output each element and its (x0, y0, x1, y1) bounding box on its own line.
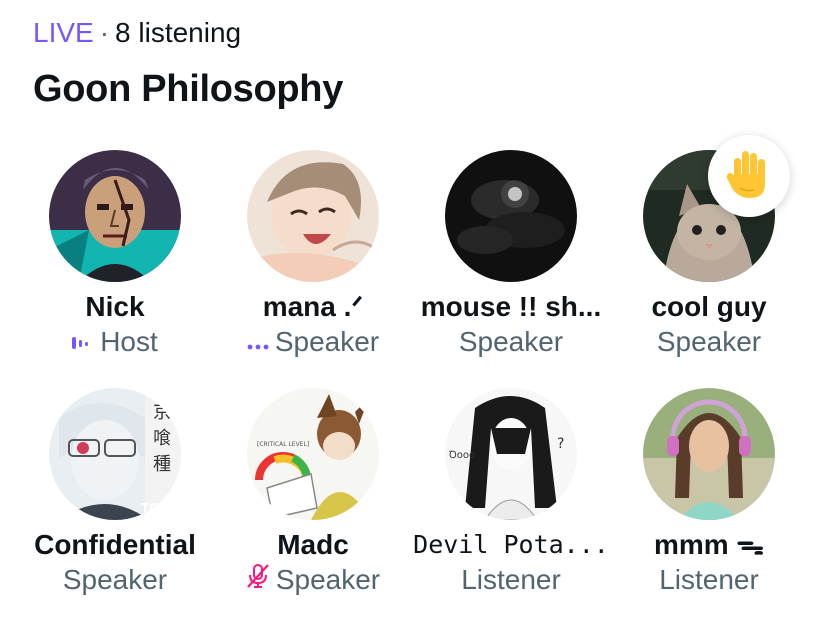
space-title: Goon Philosophy (33, 68, 344, 110)
avatar (643, 388, 775, 520)
participant-nick[interactable]: Nick Host (15, 150, 215, 380)
avatar: [CRITICAL LEVEL] (247, 388, 379, 520)
participant-role: Speaker (213, 325, 413, 361)
avatar (445, 150, 577, 282)
participant-name: mana .ᐟ (262, 291, 364, 322)
role-label: Listener (659, 564, 759, 595)
avatar: 京 喰 種 TOKY (49, 388, 181, 520)
svg-text:TOKY: TOKY (141, 501, 178, 515)
participant-name: mmm ᯓ (653, 529, 765, 560)
participant-mouse[interactable]: mouse !! sh... Speaker (411, 150, 611, 380)
mic-muted-icon (246, 563, 270, 597)
raised-hand-badge (708, 135, 790, 217)
live-label: LIVE (33, 17, 94, 48)
role-label: Speaker (62, 564, 168, 595)
participant-name: Madc (277, 529, 349, 560)
role-label: Host (100, 326, 158, 357)
participant-mmm[interactable]: mmm ᯓ Listener (609, 388, 809, 618)
participant-role: Listener (609, 563, 809, 597)
participant-role: Speaker (15, 563, 215, 597)
participant-name: Nick (85, 291, 145, 322)
participant-name: Devil Pota... (413, 530, 609, 559)
speaking-bars-icon (72, 325, 94, 359)
participant-role: Speaker (609, 325, 809, 359)
speaking-dots-icon (247, 325, 269, 359)
space-status: LIVE · 8 listening (33, 16, 241, 50)
participant-devil-pota[interactable]: ? Ꝺooo Devil Pota... Listener (411, 388, 611, 618)
participant-name: mouse !! sh... (420, 291, 602, 322)
role-label: Speaker (458, 326, 564, 357)
participant-name: cool guy (651, 291, 767, 322)
participant-role: Host (15, 325, 215, 361)
role-label: Speaker (656, 326, 762, 357)
svg-text:?: ? (557, 436, 564, 452)
role-label: Listener (461, 564, 561, 595)
avatar: ? Ꝺooo (445, 388, 577, 520)
role-label: Speaker (274, 326, 380, 357)
svg-text:種: 種 (153, 454, 171, 475)
participant-role: Speaker (213, 563, 413, 599)
separator-dot: · (99, 17, 110, 48)
participant-name: Confidential (34, 529, 196, 560)
raised-hand-icon (726, 148, 772, 205)
role-label: Speaker (275, 564, 381, 595)
participant-madc[interactable]: [CRITICAL LEVEL] Madc Speaker (213, 388, 413, 618)
participant-role: Listener (411, 563, 611, 597)
svg-text:喰: 喰 (153, 428, 171, 449)
participant-role: Speaker (411, 325, 611, 359)
participant-confidential[interactable]: 京 喰 種 TOKY Confidential Speaker (15, 388, 215, 618)
participant-mana[interactable]: mana .ᐟ Speaker (213, 150, 413, 380)
listening-count: 8 listening (115, 17, 242, 48)
avatar (247, 150, 379, 282)
svg-text:京: 京 (153, 402, 171, 423)
svg-text:Ꝺooo: Ꝺooo (449, 450, 475, 461)
svg-text:[CRITICAL LEVEL]: [CRITICAL LEVEL] (257, 441, 309, 448)
avatar (49, 150, 181, 282)
